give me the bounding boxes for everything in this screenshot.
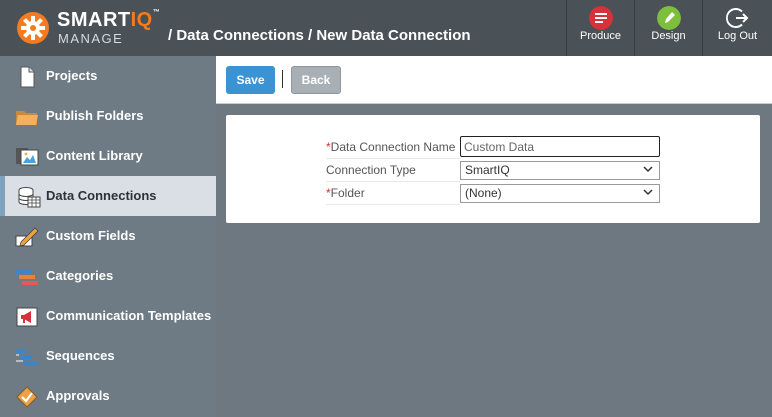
sidebar-item-custom-fields[interactable]: Custom Fields (0, 216, 216, 256)
form-row-folder: *Folder (None) (326, 182, 660, 205)
sidebar-item-label: Approvals (46, 388, 110, 403)
connection-type-select[interactable]: SmartIQ (460, 161, 660, 180)
sidebar-item-publish-folders[interactable]: Publish Folders (0, 96, 216, 136)
pencil-icon (15, 227, 39, 247)
sidebar-item-sequences[interactable]: Sequences (0, 336, 216, 376)
breadcrumb: / Data Connections / New Data Connection (168, 27, 471, 44)
design-label: Design (651, 30, 686, 42)
logo-wordmark: SMARTIQ™ (57, 9, 161, 31)
categories-icon (16, 269, 38, 285)
sidebar-item-label: Publish Folders (46, 108, 144, 123)
sidebar-item-label: Sequences (46, 348, 115, 363)
form-panel: *Data Connection Name Connection Type Sm… (226, 115, 760, 223)
sidebar-item-content-library[interactable]: Content Library (0, 136, 216, 176)
folder-value: (None) (465, 186, 502, 200)
chevron-down-icon (643, 166, 653, 173)
image-library-icon (16, 148, 39, 166)
logout-label: Log Out (717, 30, 758, 42)
sidebar: Projects Publish Folders Content Library… (0, 56, 216, 417)
folder-select[interactable]: (None) (460, 184, 660, 203)
sidebar-item-label: Data Connections (46, 188, 157, 203)
folder-label: *Folder (326, 186, 365, 200)
sidebar-item-projects[interactable]: Projects (0, 56, 216, 96)
sidebar-item-approvals[interactable]: Approvals (0, 376, 216, 416)
produce-icon (589, 6, 613, 30)
chevron-down-icon (643, 189, 653, 196)
logout-icon (726, 8, 749, 28)
produce-button[interactable]: Produce (566, 0, 634, 56)
sidebar-item-data-connections[interactable]: Data Connections (0, 176, 216, 216)
database-icon (18, 187, 41, 208)
design-icon (657, 6, 681, 30)
megaphone-icon (16, 307, 38, 327)
folder-icon (16, 111, 38, 125)
save-button[interactable]: Save (226, 66, 275, 94)
data-connection-name-input[interactable] (460, 136, 660, 157)
produce-label: Produce (580, 30, 621, 42)
toolbar: Save Back (216, 56, 772, 104)
app-header: SMARTIQ™ MANAGE / Data Connections / New… (0, 0, 772, 56)
document-icon (20, 66, 35, 88)
gear-logo-icon (17, 12, 49, 44)
smartiq-logo[interactable]: SMARTIQ™ MANAGE (14, 8, 174, 48)
back-button[interactable]: Back (291, 66, 341, 94)
logo-subtitle: MANAGE (58, 31, 124, 46)
connection-type-label: Connection Type (326, 163, 416, 177)
row-divider (326, 204, 460, 205)
connection-type-value: SmartIQ (465, 163, 510, 177)
sidebar-item-label: Projects (46, 68, 98, 83)
form-row-name: *Data Connection Name (326, 136, 660, 159)
sidebar-item-label: Communication Templates (46, 308, 212, 323)
sidebar-item-categories[interactable]: Categories (0, 256, 216, 296)
sidebar-item-label: Content Library (46, 148, 143, 163)
sequences-icon (16, 349, 38, 365)
data-connection-name-label: *Data Connection Name (326, 140, 456, 154)
toolbar-divider (282, 70, 283, 88)
sidebar-item-communication-templates[interactable]: Communication Templates (0, 296, 216, 336)
logout-button[interactable]: Log Out (702, 0, 772, 56)
sidebar-item-label: Custom Fields (46, 228, 136, 243)
form-row-type: Connection Type SmartIQ (326, 159, 660, 182)
sidebar-item-label: Categories (46, 268, 114, 283)
approvals-icon (16, 386, 38, 408)
design-button[interactable]: Design (634, 0, 702, 56)
